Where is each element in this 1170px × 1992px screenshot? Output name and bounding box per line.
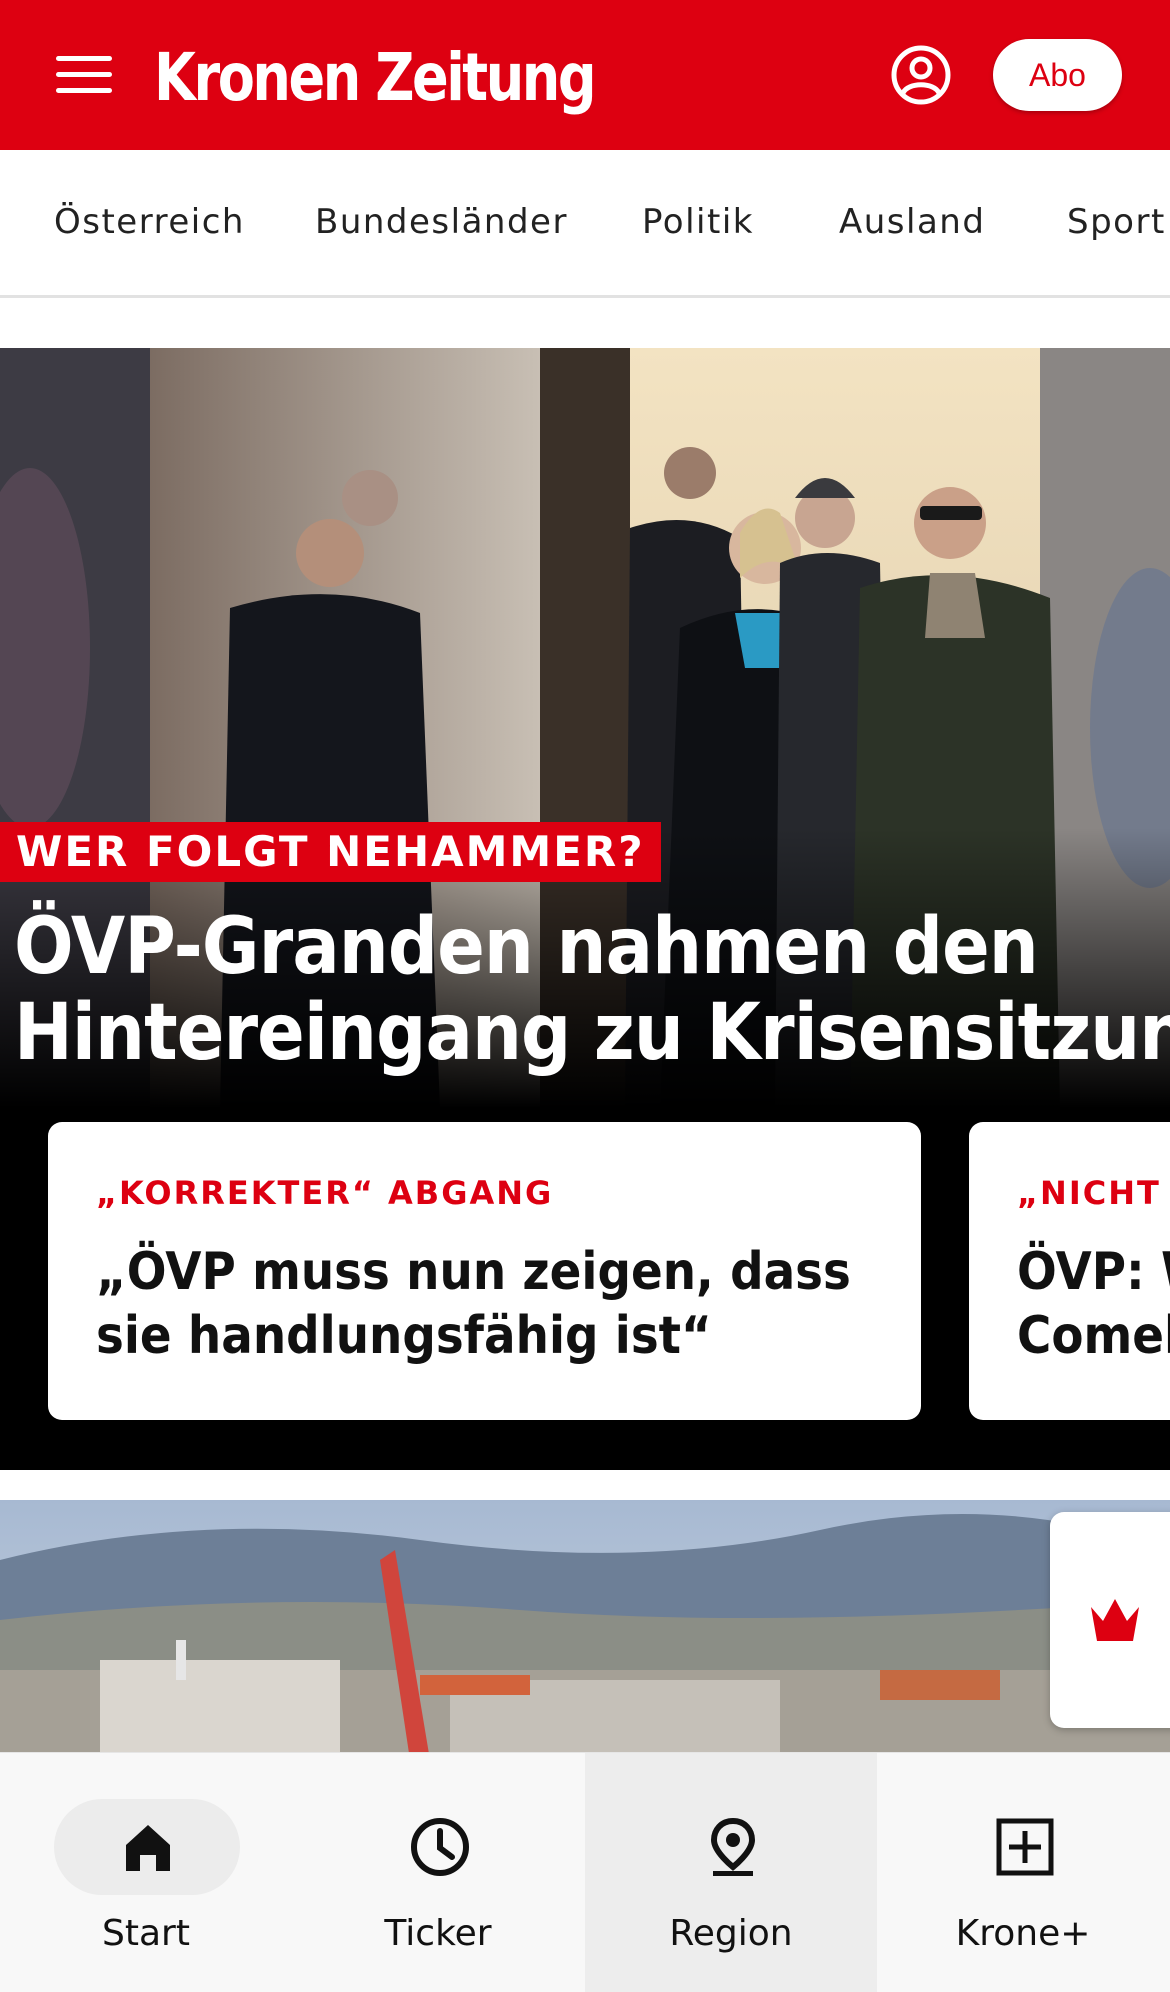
app-header: Kronen Zeitung Abo: [0, 0, 1170, 150]
category-bundeslaender[interactable]: Bundesländer: [315, 202, 568, 242]
related-article-card[interactable]: „NICHT A ÖVP: W Comeb: [969, 1122, 1170, 1420]
hero-headline[interactable]: ÖVP-Granden nahmen den Hintereingang zu …: [14, 904, 1170, 1076]
home-icon: [126, 1825, 170, 1871]
clock-icon: [411, 1818, 469, 1876]
tab-krone-plus[interactable]: Krone+: [877, 1753, 1169, 1992]
related-article-card[interactable]: „KORREKTER“ ABGANG „ÖVP muss nun zeigen,…: [48, 1122, 921, 1420]
category-ausland[interactable]: Ausland: [839, 202, 985, 242]
card-title: ÖVP: W Comeb: [1017, 1242, 1170, 1366]
location-pin-icon: [710, 1817, 756, 1876]
hero-kicker: WER FOLGT NEHAMMER?: [0, 822, 661, 882]
hamburger-menu-icon[interactable]: [56, 54, 112, 94]
tab-label: Start: [102, 1913, 190, 1954]
second-article-photo[interactable]: [0, 1500, 1170, 1760]
category-nav: Österreich Bundesländer Politik Ausland …: [0, 150, 1170, 298]
tab-label: Ticker: [384, 1913, 492, 1954]
hero-article[interactable]: WER FOLGT NEHAMMER? ÖVP-Granden nahmen d…: [0, 348, 1170, 1470]
tab-region[interactable]: Region: [585, 1753, 877, 1992]
card-title: „ÖVP muss nun zeigen, dass sie handlungs…: [96, 1242, 851, 1366]
abo-button[interactable]: Abo: [993, 39, 1122, 111]
bottom-navigation: Start Ticker Region Krone+: [0, 1752, 1170, 1992]
tab-start[interactable]: Start: [0, 1753, 292, 1992]
category-sport[interactable]: Sport: [1067, 202, 1166, 242]
krone-plus-badge[interactable]: [1050, 1512, 1170, 1728]
tab-label: Krone+: [955, 1913, 1091, 1954]
tab-label: Region: [669, 1913, 793, 1954]
plus-box-icon: [996, 1818, 1054, 1876]
card-kicker: „KORREKTER“ ABGANG: [96, 1174, 554, 1212]
category-oesterreich[interactable]: Österreich: [54, 202, 245, 242]
tab-ticker[interactable]: Ticker: [292, 1753, 584, 1992]
krone-crown-icon: [1091, 1599, 1139, 1641]
kronen-zeitung-logo[interactable]: Kronen Zeitung: [154, 36, 597, 120]
card-kicker: „NICHT A: [1017, 1174, 1170, 1212]
user-account-icon[interactable]: [890, 44, 952, 106]
category-politik[interactable]: Politik: [642, 202, 754, 242]
